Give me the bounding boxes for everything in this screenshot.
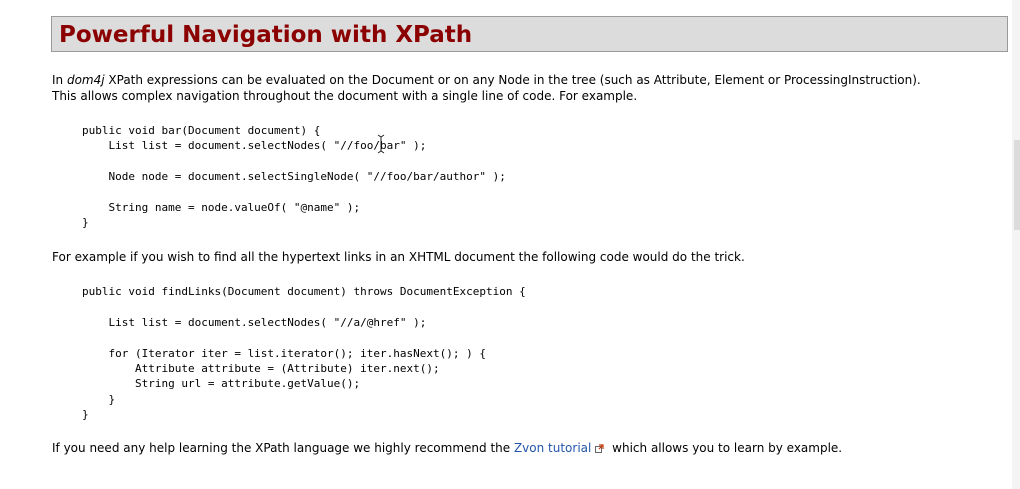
code2-line: } — [82, 408, 89, 422]
code2-line: List list = document.selectNodes( "//a/@… — [82, 315, 427, 329]
code2-line — [82, 330, 526, 345]
intro-paragraph: In dom4j XPath expressions can be evalua… — [52, 72, 921, 104]
code-block-findlinks: public void findLinks(Document document)… — [82, 284, 526, 423]
text-cursor-icon — [376, 134, 386, 154]
code1-line: public void bar(Document document) { — [82, 124, 321, 137]
code1-line: } — [82, 216, 89, 230]
code2-line: } — [82, 392, 116, 406]
code2-line: Attribute attribute = (Attribute) iter.n… — [82, 361, 440, 375]
code1-line: List list = document.selectNodes( "//foo… — [82, 139, 427, 153]
section-header: Powerful Navigation with XPath — [51, 16, 1008, 52]
code2-line: for (Iterator iter = list.iterator(); it… — [82, 346, 486, 360]
intro-line2: This allows complex navigation throughou… — [52, 89, 638, 103]
section-title: Powerful Navigation with XPath — [59, 22, 473, 48]
zvon-tutorial-link[interactable]: Zvon tutorial — [514, 441, 591, 455]
trick-paragraph: For example if you wish to find all the … — [52, 250, 745, 264]
scrollbar-thumb[interactable] — [1014, 140, 1020, 230]
dom4j-emphasis: dom4j — [66, 73, 105, 87]
code2-line: String url = attribute.getValue(); — [82, 377, 361, 391]
code2-line — [82, 299, 526, 314]
intro-line1: In dom4j XPath expressions can be evalua… — [52, 73, 921, 87]
external-link-icon[interactable] — [595, 441, 604, 453]
recommend-paragraph: If you need any help learning the XPath … — [52, 441, 843, 455]
code1-line — [82, 154, 506, 169]
code1-line — [82, 185, 506, 200]
code1-line: Node node = document.selectSingleNode( "… — [82, 170, 506, 184]
code1-line: String name = node.valueOf( "@name" ); — [82, 200, 361, 214]
code2-line: public void findLinks(Document document)… — [82, 285, 526, 298]
code-block-bar: public void bar(Document document) { Lis… — [82, 123, 506, 231]
vertical-scrollbar[interactable] — [1012, 0, 1020, 489]
